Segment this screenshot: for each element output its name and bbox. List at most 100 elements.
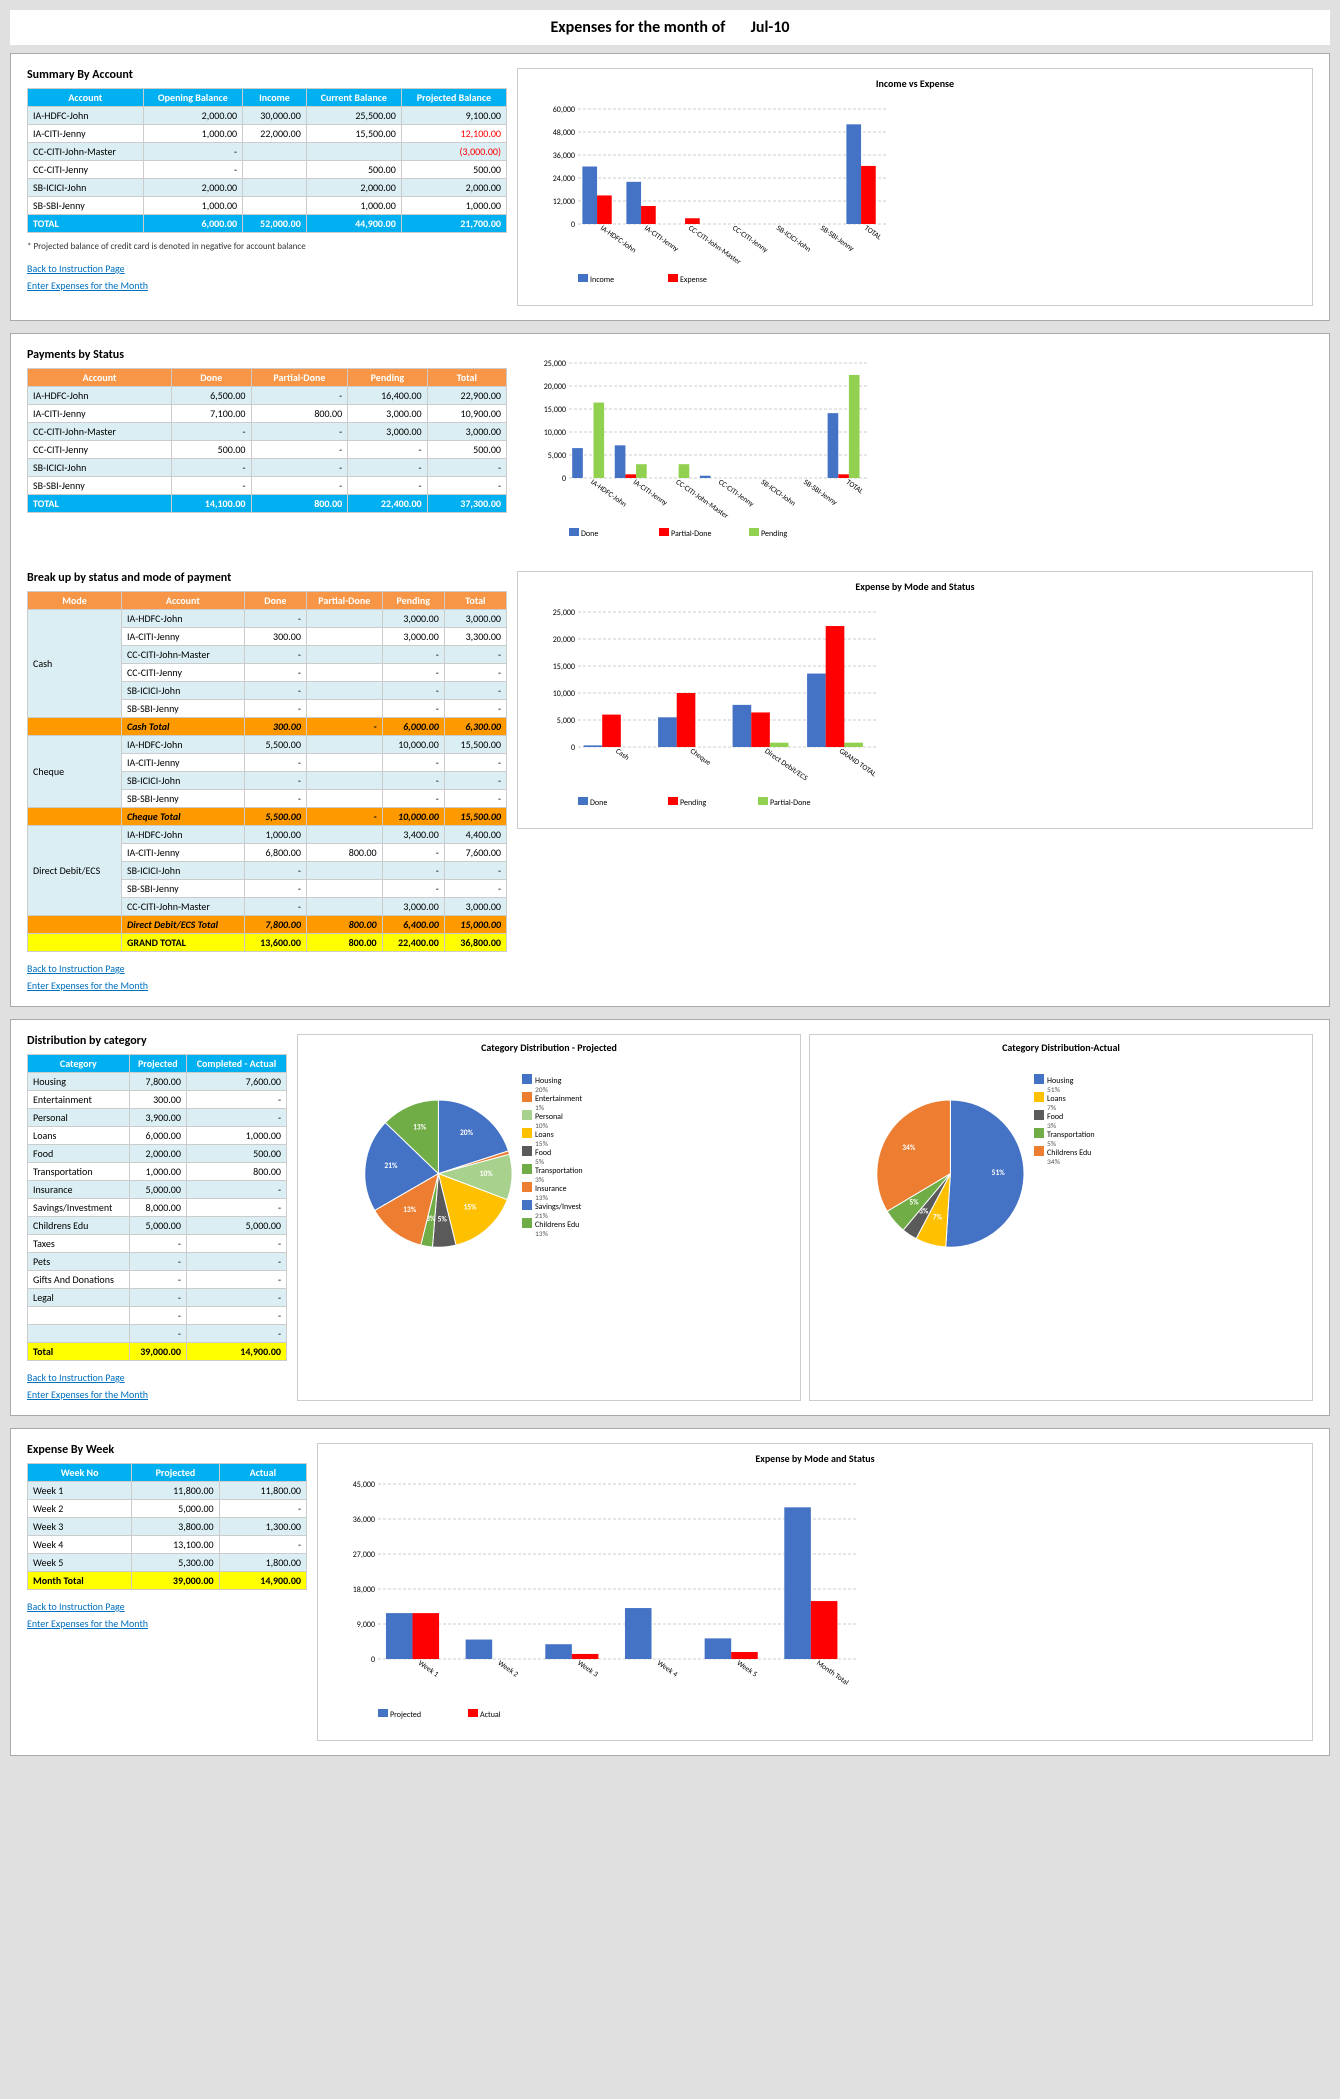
grand-total-cell: 36,800.00 [444,934,506,952]
title-month: Jul-10 [751,18,790,37]
p-col-total: Total [427,369,506,387]
breakdown-total-cell: 5,500.00 [244,808,306,826]
payments-table: Account Done Partial-Done Pending Total … [27,368,507,513]
payment-cell: - [172,477,251,495]
svg-text:15,000: 15,000 [553,662,575,672]
category-cell: - [186,1307,286,1325]
category-total-cell: Total [28,1343,130,1361]
category-cell: 5,000.00 [186,1217,286,1235]
payment-cell: 500.00 [172,441,251,459]
svg-text:Insurance: Insurance [535,1184,567,1194]
breakdown-cell: 1,000.00 [244,826,306,844]
week-cell: 14,900.00 [219,1572,306,1590]
svg-text:36,000: 36,000 [553,151,575,161]
payment-cell: - [251,423,348,441]
svg-text:Food: Food [1047,1112,1063,1122]
breakdown-cell [306,664,382,682]
week-link1[interactable]: Back to Instruction Page [27,1600,307,1613]
breakdown-cell: - [444,700,506,718]
svg-text:12,000: 12,000 [553,197,575,207]
payment-cell: - [348,459,427,477]
breakdown-cell: IA-HDFC-John [121,826,244,844]
summary-cell: SB-SBI-Jenny [28,197,144,215]
breakdown-cell: 3,000.00 [382,898,444,916]
breakdown-total-cell: Cash Total [121,718,244,736]
summary-cell: 1,000.00 [143,197,243,215]
svg-text:10,000: 10,000 [553,689,575,699]
svg-text:IA-HDFC-John: IA-HDFC-John [589,478,628,509]
payment-cell: 3,000.00 [427,423,506,441]
breakdown-cell: - [444,772,506,790]
payments-link2[interactable]: Enter Expenses for the Month [27,979,507,992]
w-col-proj: Projected [132,1464,219,1482]
svg-text:45,000: 45,000 [353,1480,375,1490]
breakdown-cell [306,736,382,754]
svg-text:Done: Done [590,798,607,808]
category-link1[interactable]: Back to Instruction Page [27,1371,287,1384]
summary-link2[interactable]: Enter Expenses for the Month [27,279,507,292]
b-col-pending: Pending [382,592,444,610]
svg-text:Income: Income [590,275,614,285]
svg-text:25,000: 25,000 [544,359,566,369]
week-cell: 1,800.00 [219,1554,306,1572]
breakdown-table: Mode Account Done Partial-Done Pending T… [27,591,507,952]
svg-text:13%: 13% [403,1206,417,1215]
svg-text:0: 0 [562,474,566,484]
breakdown-mode-empty [28,718,122,736]
category-cell: 5,000.00 [129,1217,186,1235]
category-cell: - [186,1235,286,1253]
week-cell: Month Total [28,1572,132,1590]
svg-text:Week 4: Week 4 [655,1659,679,1680]
svg-text:7%: 7% [933,1214,943,1223]
payments-right: 05,00010,00015,00020,00025,000IA-HDFC-Jo… [517,348,1313,551]
summary-cell: 12,100.00 [401,125,506,143]
breakdown-cell: - [244,880,306,898]
summary-link1[interactable]: Back to Instruction Page [27,262,507,275]
b-col-mode: Mode [28,592,122,610]
p-col-partial: Partial-Done [251,369,348,387]
summary-cell [243,161,307,179]
payment-cell: SB-SBI-Jenny [28,477,172,495]
category-cell: Legal [28,1289,130,1307]
breakdown-cell: - [244,754,306,772]
summary-cell: - [143,143,243,161]
breakdown-total-cell: - [306,808,382,826]
svg-text:9,000: 9,000 [357,1620,375,1630]
category-cell: - [129,1253,186,1271]
week-cell: 11,800.00 [219,1482,306,1500]
svg-text:CC-CITI-Jenny: CC-CITI-Jenny [716,478,755,509]
b-col-total: Total [444,592,506,610]
payment-cell: - [348,477,427,495]
svg-text:Pending: Pending [680,798,706,808]
category-cell: Personal [28,1109,130,1127]
payment-cell: 14,100.00 [172,495,251,513]
payments-link1[interactable]: Back to Instruction Page [27,962,507,975]
breakdown-cell: - [382,700,444,718]
summary-cell: 6,000.00 [143,215,243,233]
category-link2[interactable]: Enter Expenses for the Month [27,1388,287,1401]
svg-text:Done: Done [581,529,598,539]
week-cell: Week 2 [28,1500,132,1518]
breakdown-cell: - [382,772,444,790]
svg-text:10,000: 10,000 [544,428,566,438]
breakdown-cell: 3,000.00 [382,610,444,628]
week-link2[interactable]: Enter Expenses for the Month [27,1617,307,1630]
category-cell: - [186,1109,286,1127]
category-cell: - [186,1199,286,1217]
breakdown-cell: - [244,862,306,880]
payment-cell: CC-CITI-John-Master [28,423,172,441]
breakdown-cell: 6,800.00 [244,844,306,862]
category-cell [28,1325,130,1343]
svg-text:SB-SBI-Jenny: SB-SBI-Jenny [801,478,838,508]
payment-cell: - [172,459,251,477]
svg-text:48,000: 48,000 [553,128,575,138]
summary-cell: 22,000.00 [243,125,307,143]
cat-col-cat: Category [28,1055,130,1073]
summary-cell: 44,900.00 [306,215,401,233]
breakdown-cell: SB-ICICI-John [121,682,244,700]
category-total-cell: 39,000.00 [129,1343,186,1361]
section-category: Distribution by category Category Projec… [10,1019,1330,1416]
cat-col-actual: Completed - Actual [186,1055,286,1073]
category-cell [28,1307,130,1325]
svg-text:20%: 20% [460,1129,474,1138]
